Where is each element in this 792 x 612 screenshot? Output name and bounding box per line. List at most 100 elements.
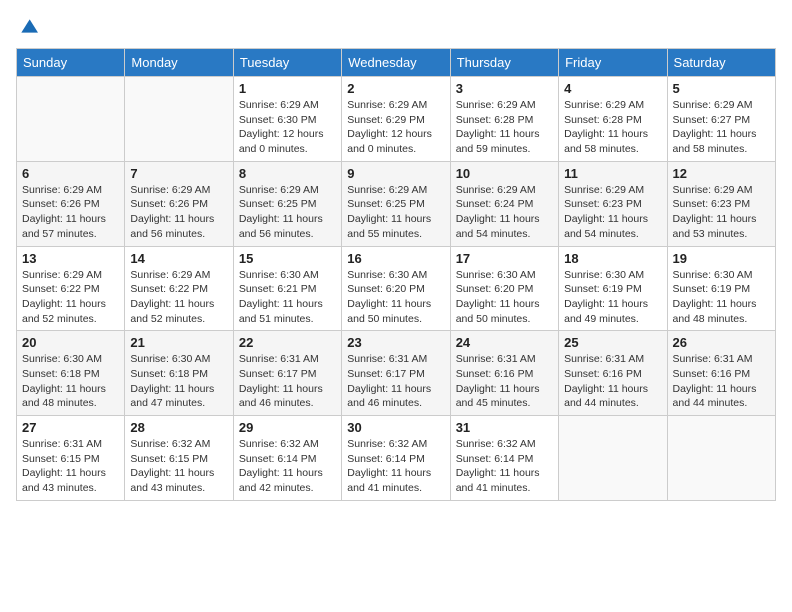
calendar-cell: 25 Sunrise: 6:31 AM Sunset: 6:16 PM Dayli… [559, 331, 667, 416]
day-info: Sunrise: 6:30 AM Sunset: 6:20 PM Dayligh… [347, 268, 444, 327]
page-header [16, 16, 776, 36]
day-number: 20 [22, 335, 119, 350]
calendar-cell: 9 Sunrise: 6:29 AM Sunset: 6:25 PM Daylig… [342, 161, 450, 246]
day-number: 29 [239, 420, 336, 435]
day-number: 31 [456, 420, 553, 435]
calendar-cell: 3Sunrise: 6:29 AM Sunset: 6:28 PM Daylig… [450, 77, 558, 162]
calendar-cell: 15Sunrise: 6:30 AM Sunset: 6:21 PM Dayli… [233, 246, 341, 331]
calendar-cell: 19 Sunrise: 6:30 AM Sunset: 6:19 PM Dayli… [667, 246, 775, 331]
day-info: Sunrise: 6:31 AM Sunset: 6:16 PM Dayligh… [564, 352, 661, 411]
day-info: Sunrise: 6:29 AM Sunset: 6:22 PM Dayligh… [22, 268, 119, 327]
calendar-cell: 31 Sunrise: 6:32 AM Sunset: 6:14 PM Dayli… [450, 416, 558, 501]
day-info: Sunrise: 6:29 AM Sunset: 6:23 PM Dayligh… [564, 183, 661, 242]
calendar-cell: 11 Sunrise: 6:29 AM Sunset: 6:23 PM Dayli… [559, 161, 667, 246]
day-info: Sunrise: 6:30 AM Sunset: 6:18 PM Dayligh… [22, 352, 119, 411]
day-info: Sunrise: 6:29 AM Sunset: 6:29 PM Dayligh… [347, 98, 444, 157]
weekday-header-tuesday: Tuesday [233, 49, 341, 77]
calendar-cell: 2Sunrise: 6:29 AM Sunset: 6:29 PM Daylig… [342, 77, 450, 162]
day-info: Sunrise: 6:32 AM Sunset: 6:14 PM Dayligh… [239, 437, 336, 496]
calendar-cell [559, 416, 667, 501]
calendar-week-3: 13 Sunrise: 6:29 AM Sunset: 6:22 PM Dayli… [17, 246, 776, 331]
calendar-cell: 22 Sunrise: 6:31 AM Sunset: 6:17 PM Dayli… [233, 331, 341, 416]
calendar-cell: 6 Sunrise: 6:29 AM Sunset: 6:26 PM Daylig… [17, 161, 125, 246]
logo-icon [18, 16, 38, 36]
day-number: 17 [456, 251, 553, 266]
day-number: 23 [347, 335, 444, 350]
day-number: 19 [673, 251, 770, 266]
day-info: Sunrise: 6:30 AM Sunset: 6:21 PM Dayligh… [239, 268, 336, 327]
day-info: Sunrise: 6:32 AM Sunset: 6:14 PM Dayligh… [456, 437, 553, 496]
day-number: 13 [22, 251, 119, 266]
day-info: Sunrise: 6:30 AM Sunset: 6:20 PM Dayligh… [456, 268, 553, 327]
day-number: 9 [347, 166, 444, 181]
calendar-week-5: 27Sunrise: 6:31 AM Sunset: 6:15 PM Dayli… [17, 416, 776, 501]
calendar-cell: 24 Sunrise: 6:31 AM Sunset: 6:16 PM Dayli… [450, 331, 558, 416]
calendar-cell: 29 Sunrise: 6:32 AM Sunset: 6:14 PM Dayli… [233, 416, 341, 501]
day-info: Sunrise: 6:29 AM Sunset: 6:28 PM Dayligh… [456, 98, 553, 157]
day-number: 25 [564, 335, 661, 350]
day-number: 21 [130, 335, 227, 350]
day-info: Sunrise: 6:31 AM Sunset: 6:16 PM Dayligh… [456, 352, 553, 411]
calendar-cell: 4 Sunrise: 6:29 AM Sunset: 6:28 PM Daylig… [559, 77, 667, 162]
weekday-header-sunday: Sunday [17, 49, 125, 77]
day-info: Sunrise: 6:29 AM Sunset: 6:24 PM Dayligh… [456, 183, 553, 242]
day-number: 5 [673, 81, 770, 96]
day-number: 6 [22, 166, 119, 181]
day-info: Sunrise: 6:31 AM Sunset: 6:17 PM Dayligh… [239, 352, 336, 411]
calendar-cell: 14Sunrise: 6:29 AM Sunset: 6:22 PM Dayli… [125, 246, 233, 331]
calendar-cell: 18Sunrise: 6:30 AM Sunset: 6:19 PM Dayli… [559, 246, 667, 331]
calendar-cell: 5 Sunrise: 6:29 AM Sunset: 6:27 PM Daylig… [667, 77, 775, 162]
day-info: Sunrise: 6:29 AM Sunset: 6:25 PM Dayligh… [239, 183, 336, 242]
day-number: 7 [130, 166, 227, 181]
day-number: 28 [130, 420, 227, 435]
day-info: Sunrise: 6:30 AM Sunset: 6:18 PM Dayligh… [130, 352, 227, 411]
day-number: 12 [673, 166, 770, 181]
day-number: 1 [239, 81, 336, 96]
day-number: 24 [456, 335, 553, 350]
calendar-cell: 1 Sunrise: 6:29 AM Sunset: 6:30 PM Daylig… [233, 77, 341, 162]
day-info: Sunrise: 6:29 AM Sunset: 6:27 PM Dayligh… [673, 98, 770, 157]
day-number: 14 [130, 251, 227, 266]
weekday-header-saturday: Saturday [667, 49, 775, 77]
day-info: Sunrise: 6:29 AM Sunset: 6:26 PM Dayligh… [22, 183, 119, 242]
calendar-cell: 8 Sunrise: 6:29 AM Sunset: 6:25 PM Daylig… [233, 161, 341, 246]
calendar-cell: 7Sunrise: 6:29 AM Sunset: 6:26 PM Daylig… [125, 161, 233, 246]
day-number: 16 [347, 251, 444, 266]
calendar-week-1: 1 Sunrise: 6:29 AM Sunset: 6:30 PM Daylig… [17, 77, 776, 162]
day-number: 26 [673, 335, 770, 350]
weekday-header-row: SundayMondayTuesdayWednesdayThursdayFrid… [17, 49, 776, 77]
calendar-cell: 17 Sunrise: 6:30 AM Sunset: 6:20 PM Dayli… [450, 246, 558, 331]
day-info: Sunrise: 6:29 AM Sunset: 6:23 PM Dayligh… [673, 183, 770, 242]
calendar-cell [17, 77, 125, 162]
calendar-cell: 10 Sunrise: 6:29 AM Sunset: 6:24 PM Dayli… [450, 161, 558, 246]
day-info: Sunrise: 6:29 AM Sunset: 6:28 PM Dayligh… [564, 98, 661, 157]
day-number: 4 [564, 81, 661, 96]
weekday-header-monday: Monday [125, 49, 233, 77]
day-number: 18 [564, 251, 661, 266]
calendar-cell: 12 Sunrise: 6:29 AM Sunset: 6:23 PM Dayli… [667, 161, 775, 246]
calendar-cell: 13 Sunrise: 6:29 AM Sunset: 6:22 PM Dayli… [17, 246, 125, 331]
day-number: 11 [564, 166, 661, 181]
calendar-cell [125, 77, 233, 162]
calendar-cell: 27Sunrise: 6:31 AM Sunset: 6:15 PM Dayli… [17, 416, 125, 501]
day-info: Sunrise: 6:31 AM Sunset: 6:16 PM Dayligh… [673, 352, 770, 411]
calendar-week-2: 6 Sunrise: 6:29 AM Sunset: 6:26 PM Daylig… [17, 161, 776, 246]
day-number: 10 [456, 166, 553, 181]
day-info: Sunrise: 6:30 AM Sunset: 6:19 PM Dayligh… [673, 268, 770, 327]
day-info: Sunrise: 6:32 AM Sunset: 6:15 PM Dayligh… [130, 437, 227, 496]
calendar-cell: 16 Sunrise: 6:30 AM Sunset: 6:20 PM Dayli… [342, 246, 450, 331]
day-info: Sunrise: 6:31 AM Sunset: 6:17 PM Dayligh… [347, 352, 444, 411]
day-info: Sunrise: 6:29 AM Sunset: 6:25 PM Dayligh… [347, 183, 444, 242]
day-info: Sunrise: 6:29 AM Sunset: 6:30 PM Dayligh… [239, 98, 336, 157]
day-number: 30 [347, 420, 444, 435]
day-number: 22 [239, 335, 336, 350]
weekday-header-wednesday: Wednesday [342, 49, 450, 77]
calendar-cell: 21 Sunrise: 6:30 AM Sunset: 6:18 PM Dayli… [125, 331, 233, 416]
calendar-cell: 23 Sunrise: 6:31 AM Sunset: 6:17 PM Dayli… [342, 331, 450, 416]
day-number: 8 [239, 166, 336, 181]
weekday-header-thursday: Thursday [450, 49, 558, 77]
calendar-cell: 20 Sunrise: 6:30 AM Sunset: 6:18 PM Dayli… [17, 331, 125, 416]
logo [16, 16, 38, 36]
day-info: Sunrise: 6:31 AM Sunset: 6:15 PM Dayligh… [22, 437, 119, 496]
weekday-header-friday: Friday [559, 49, 667, 77]
